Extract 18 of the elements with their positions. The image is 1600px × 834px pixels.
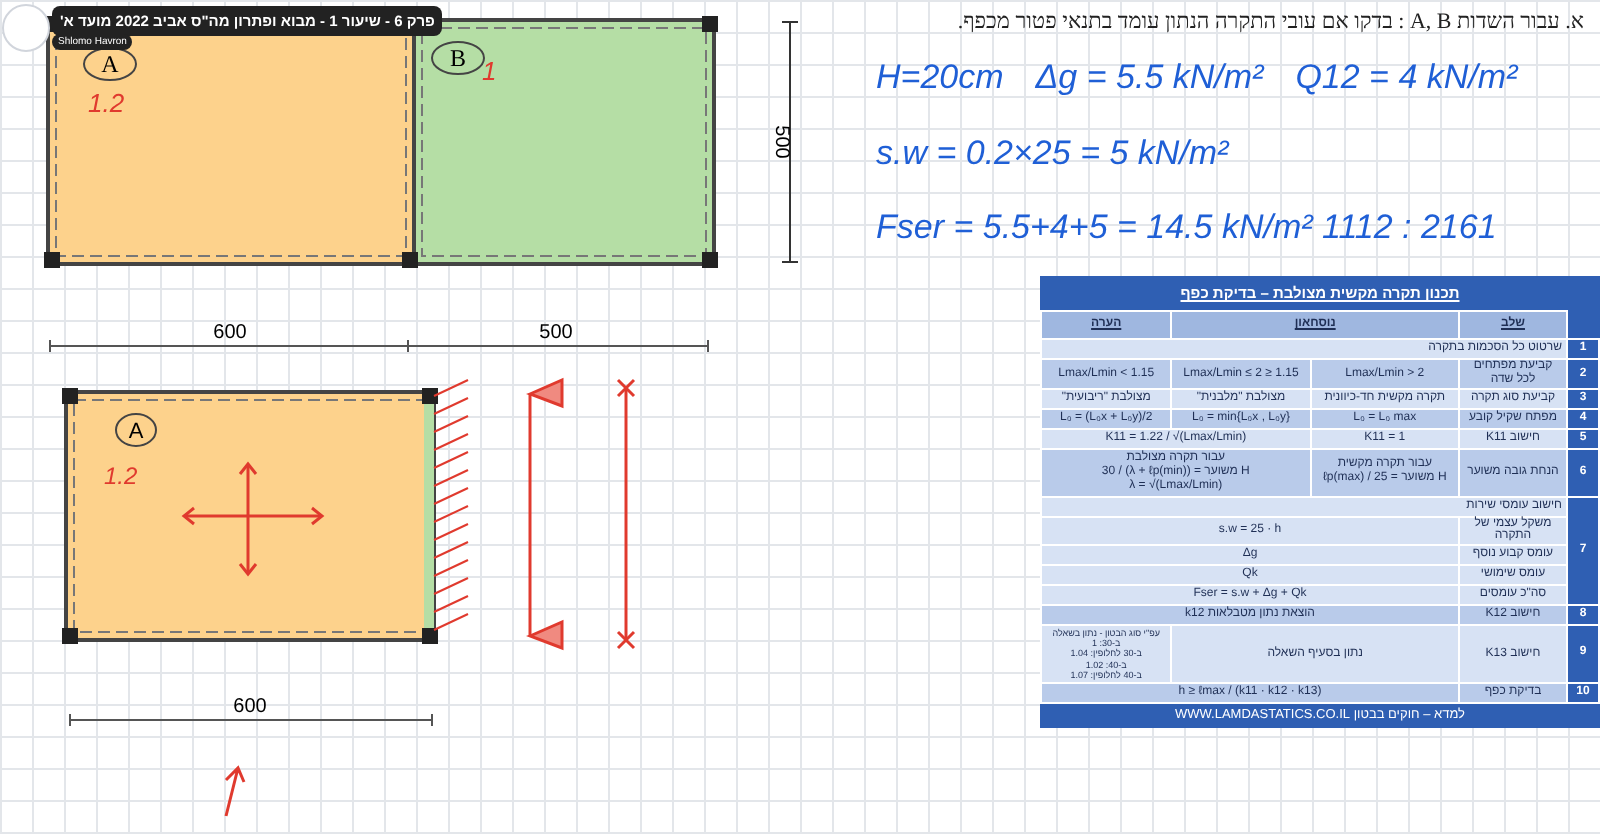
ratio-annotation: 1.2 (88, 88, 125, 118)
question-text: א. עבור השדות A, B : בדקו אם עובי התקרה הנתון עומד בתנאי פטור מכפף. (957, 8, 1584, 38)
field-label: A (101, 50, 119, 78)
two-way-arrows-icon (181, 461, 325, 577)
ratio-annotation: 1.2 (104, 462, 138, 490)
dimension-label: 500 (539, 322, 573, 344)
pen-arrow-icon (224, 765, 246, 818)
handwritten-equation: H=20cm (876, 56, 1004, 100)
handwritten-equation: Q12 = 4 kN/m² (1295, 56, 1518, 100)
handwritten-equation: s.w = 0.2×25 = 5 kN/m² (876, 131, 1229, 175)
handwritten-equation: Fser = 5.5+4+5 = 14.5 kN/m² 1112 : 2161 (876, 206, 1497, 250)
field-label: B (450, 44, 466, 72)
field-label: A (128, 420, 144, 444)
dimension-label: 500 (770, 125, 792, 159)
handwritten-equation: Δg = 5.5 kN/m² (1035, 56, 1264, 100)
dimension-label: 600 (213, 322, 247, 344)
dimension-label: 600 (233, 696, 267, 718)
ratio-annotation: 1 (482, 56, 497, 86)
